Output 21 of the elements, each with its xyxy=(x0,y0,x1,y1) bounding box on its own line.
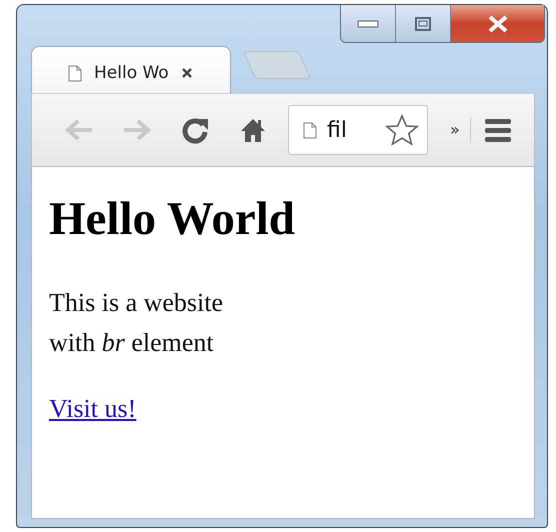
maximize-icon xyxy=(415,16,431,30)
visit-link[interactable]: Visit us! xyxy=(49,394,136,423)
minimize-icon xyxy=(357,20,379,28)
home-icon xyxy=(240,117,266,143)
forward-icon xyxy=(122,118,152,142)
back-icon xyxy=(64,118,94,142)
page-icon xyxy=(303,122,317,138)
page-paragraph: This is a website with br element xyxy=(49,287,224,359)
extensions-button[interactable]: » xyxy=(450,117,471,143)
minimize-button[interactable] xyxy=(341,5,396,42)
browser-tab[interactable]: Hello Wo xyxy=(31,46,231,93)
reload-icon xyxy=(181,116,209,144)
page-heading: Hello World xyxy=(49,192,295,247)
page-icon xyxy=(68,64,82,82)
close-icon[interactable] xyxy=(180,67,193,79)
maximize-button[interactable] xyxy=(396,5,451,42)
close-icon xyxy=(486,14,508,32)
star-icon[interactable] xyxy=(385,114,419,146)
close-button[interactable] xyxy=(451,5,544,42)
address-bar[interactable]: fil xyxy=(288,105,428,155)
menu-icon[interactable] xyxy=(484,118,511,142)
